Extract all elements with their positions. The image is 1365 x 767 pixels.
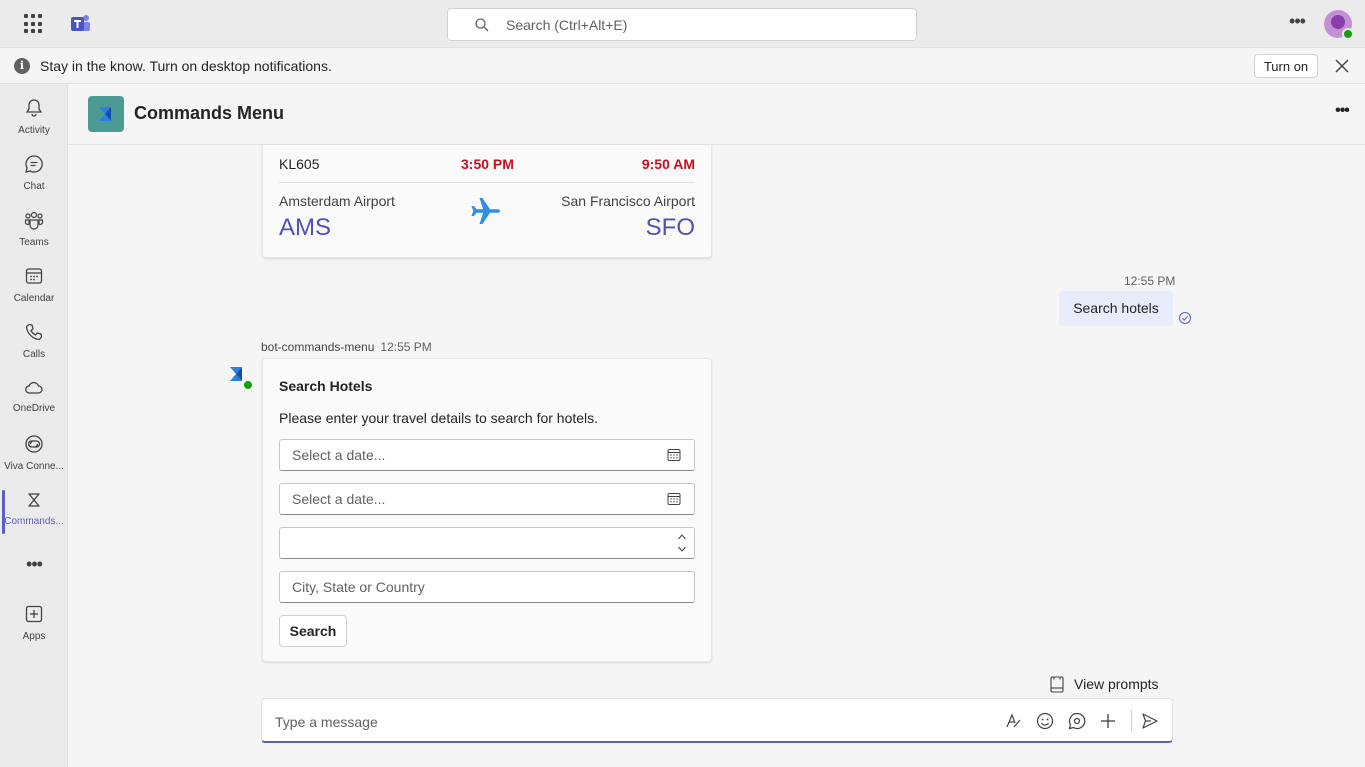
rail-item-label: Chat <box>23 181 45 192</box>
read-receipt-icon <box>1178 311 1192 325</box>
divider <box>279 182 695 183</box>
global-search[interactable] <box>447 8 917 41</box>
rail-item-label: Activity <box>18 125 50 136</box>
turn-on-button[interactable]: Turn on <box>1254 54 1318 78</box>
teams-logo-icon <box>71 15 90 31</box>
loop-component-icon[interactable] <box>1068 712 1086 730</box>
flight-card: KL605 3:50 PM 9:50 AM Amsterdam Airport … <box>262 145 712 258</box>
origin-airport-name: Amsterdam Airport <box>279 193 395 209</box>
info-icon: i <box>14 58 30 74</box>
add-icon[interactable] <box>1099 712 1117 730</box>
more-options-icon[interactable]: ••• <box>1330 102 1354 124</box>
notification-message: Stay in the know. Turn on desktop notifi… <box>40 58 332 74</box>
more-apps-icon[interactable]: ••• <box>22 554 46 574</box>
rail-item-viva-connections[interactable]: Viva Conne... <box>0 426 68 482</box>
guests-number-field[interactable] <box>279 527 695 559</box>
presence-available-icon <box>242 379 254 391</box>
destination-airport-name: San Francisco Airport <box>561 193 695 209</box>
calendar-icon[interactable] <box>667 492 681 506</box>
view-prompts-label: View prompts <box>1074 676 1159 692</box>
page-title: Commands Menu <box>134 103 285 123</box>
rail-item-label: Calls <box>22 349 46 360</box>
rail-item-label: Viva Conne... <box>4 461 64 472</box>
message-composer[interactable] <box>261 698 1173 743</box>
message-input[interactable] <box>275 712 975 732</box>
calendar-icon[interactable] <box>667 448 681 462</box>
rail-item-activity[interactable]: Activity <box>0 90 68 146</box>
search-input[interactable] <box>506 15 886 35</box>
search-button[interactable]: Search <box>279 615 347 647</box>
search-icon <box>475 18 489 32</box>
presence-available-icon <box>1342 28 1354 40</box>
checkout-date-field[interactable] <box>279 483 695 515</box>
card-title: Search Hotels <box>279 378 373 394</box>
commands-app-icon <box>99 107 111 121</box>
location-field[interactable] <box>279 571 695 603</box>
chat-header: Commands Menu ••• <box>68 84 1365 145</box>
apps-add-icon <box>25 605 43 623</box>
checkin-date-input[interactable] <box>292 446 652 464</box>
rail-item-label: Apps <box>22 631 46 642</box>
user-avatar[interactable] <box>1324 10 1354 40</box>
sender-name: bot-commands-menu <box>261 340 375 354</box>
notification-banner: i Stay in the know. Turn on desktop noti… <box>0 48 1365 84</box>
emoji-icon[interactable] <box>1036 712 1054 730</box>
calendar-icon <box>25 268 43 284</box>
rail-item-label: Commands... <box>4 516 64 527</box>
viva-connections-icon <box>25 435 43 453</box>
rail-item-label: OneDrive <box>12 403 56 414</box>
phone-icon <box>25 323 43 341</box>
prompts-icon <box>1050 676 1064 693</box>
divider <box>1131 710 1132 732</box>
app-launcher-icon[interactable] <box>24 14 44 34</box>
guests-number-input[interactable] <box>292 534 652 552</box>
arrival-time: 9:50 AM <box>641 156 695 172</box>
number-stepper-icon[interactable] <box>677 532 687 554</box>
rail-item-onedrive[interactable]: OneDrive <box>0 370 68 426</box>
sent-message[interactable]: Search hotels <box>1059 291 1173 326</box>
flight-number: KL605 <box>279 156 320 172</box>
location-input[interactable] <box>292 578 652 596</box>
bell-icon <box>25 99 43 117</box>
teams-icon <box>24 211 44 230</box>
rail-item-label: Calendar <box>13 293 55 304</box>
rail-item-label: Teams <box>19 237 49 248</box>
app-logo <box>88 96 124 132</box>
close-icon[interactable] <box>1334 58 1350 74</box>
origin-airport-code: AMS <box>279 214 332 241</box>
rail-item-chat[interactable]: Chat <box>0 146 68 202</box>
checkout-date-input[interactable] <box>292 490 652 508</box>
message-header: bot-commands-menu 12:55 PM <box>261 340 432 354</box>
chat-icon <box>25 155 43 173</box>
search-hotels-card: Search Hotels Please enter your travel d… <box>262 358 712 662</box>
rail-item-teams[interactable]: Teams <box>0 202 68 258</box>
commands-app-icon <box>28 493 40 507</box>
top-bar: ••• <box>0 0 1365 48</box>
bot-avatar[interactable] <box>228 365 254 391</box>
app-rail: Activity Chat Teams Calendar Calls OneDr… <box>0 84 68 767</box>
rail-item-apps[interactable]: Apps <box>0 596 68 652</box>
format-icon[interactable] <box>1004 712 1022 730</box>
checkin-date-field[interactable] <box>279 439 695 471</box>
rail-item-calls[interactable]: Calls <box>0 314 68 370</box>
airplane-icon <box>471 198 500 224</box>
message-timestamp: 12:55 PM <box>380 340 432 354</box>
send-icon[interactable] <box>1141 712 1159 730</box>
destination-airport-code: SFO <box>645 214 695 241</box>
departure-time: 3:50 PM <box>461 156 514 172</box>
card-description: Please enter your travel details to sear… <box>279 410 599 426</box>
message-timestamp: 12:55 PM <box>1124 274 1176 288</box>
rail-item-commands[interactable]: Commands... <box>0 486 68 542</box>
message-list: KL605 3:50 PM 9:50 AM Amsterdam Airport … <box>68 145 1365 767</box>
cloud-icon <box>25 381 43 394</box>
settings-more-icon[interactable]: ••• <box>1284 12 1310 36</box>
rail-item-calendar[interactable]: Calendar <box>0 258 68 314</box>
